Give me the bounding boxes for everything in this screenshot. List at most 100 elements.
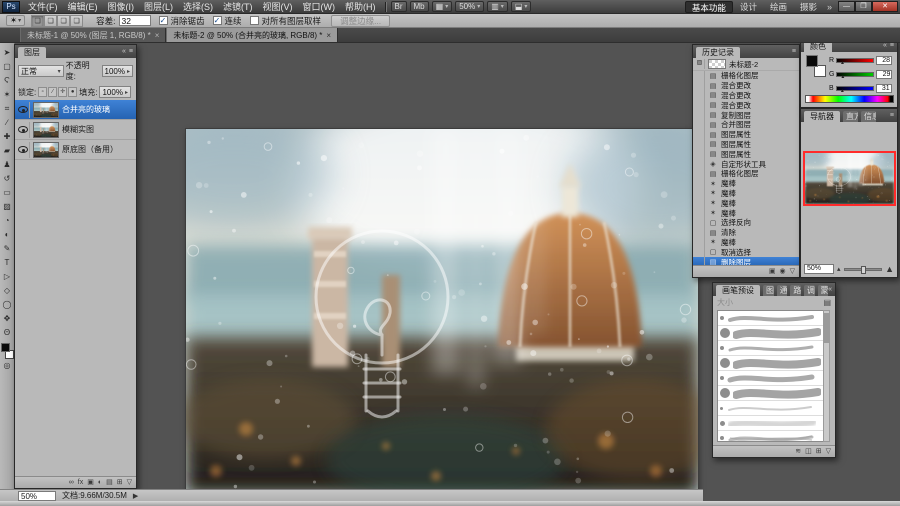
panel-menu-icon[interactable]: ≡ (890, 42, 894, 49)
workspace-摄影[interactable]: 摄影 (794, 1, 823, 13)
tool-rectangular-marquee-icon[interactable]: ▢ (1, 60, 14, 74)
add-selection-icon[interactable]: ❏ (44, 15, 57, 27)
navigator-zoom-field[interactable]: 50% (804, 264, 834, 274)
history-state-row[interactable]: ✶魔棒 (693, 179, 799, 189)
history-source-box[interactable] (695, 218, 705, 228)
layer-row[interactable]: 模糊实图 (15, 120, 136, 140)
layer-row[interactable]: 合并亮的玻璃 (15, 100, 136, 120)
history-source-box[interactable] (695, 71, 705, 81)
brush-preset-row[interactable] (718, 326, 824, 341)
close-button[interactable]: ✕ (872, 1, 898, 12)
collapse-icon[interactable]: « (883, 42, 887, 49)
new-document-from-state-icon[interactable]: ▣ (769, 267, 776, 277)
history-source-box[interactable] (695, 110, 705, 120)
tool-zoom-icon[interactable]: Θ (1, 326, 14, 340)
minimize-button[interactable]: — (838, 1, 855, 12)
zoom-out-icon[interactable]: ▴ (837, 265, 841, 273)
menu-文件(F)[interactable]: 文件(F) (24, 0, 62, 13)
tool-eraser-icon[interactable]: ▭ (1, 186, 14, 200)
delete-layer-icon[interactable]: ▽ (127, 478, 132, 488)
brush-preset-row[interactable] (718, 386, 824, 401)
delete-brush-icon[interactable]: ▽ (826, 447, 831, 457)
blue-value-field[interactable]: 31 (876, 84, 892, 93)
history-state-row[interactable]: ▤栅格化图层 (693, 169, 799, 179)
history-source-box[interactable] (695, 169, 705, 179)
history-source-box[interactable] (695, 237, 705, 247)
visibility-toggle[interactable] (17, 122, 30, 138)
menu-视图(V)[interactable]: 视图(V) (259, 0, 297, 13)
foreground-color-swatch[interactable] (806, 55, 818, 67)
history-source-box[interactable] (695, 208, 705, 218)
intersect-selection-icon[interactable]: ❏ (70, 15, 83, 27)
view-extras-icon[interactable]: ▦▾ (432, 1, 453, 12)
delete-state-icon[interactable]: ▽ (790, 267, 795, 277)
brush-preset-row[interactable] (718, 356, 824, 371)
tool-magic-wand-icon[interactable]: ✶ (1, 88, 14, 102)
brush-preset-row[interactable] (718, 341, 824, 356)
history-source-box[interactable] (695, 247, 705, 257)
history-source-box[interactable] (695, 198, 705, 208)
menu-滤镜(T)[interactable]: 滤镜(T) (219, 0, 257, 13)
zoom-level-dropdown[interactable]: 50%▾ (455, 1, 484, 12)
tool-clone-stamp-icon[interactable]: ♟ (1, 158, 14, 172)
quick-mask-icon[interactable]: ◎ (1, 359, 14, 373)
tab-通道[interactable]: 通道 (777, 285, 788, 296)
tab-导航器[interactable]: 导航器 (804, 111, 840, 122)
refine-edge-button[interactable]: 调整边缘... (331, 15, 390, 27)
lock-position-icon[interactable]: ✛ (58, 87, 67, 97)
navigator-zoom-slider[interactable] (844, 268, 883, 271)
arrange-documents-icon[interactable]: ▥▾ (487, 1, 508, 12)
lock-all-icon[interactable]: ● (68, 87, 77, 97)
collapse-icon[interactable]: « (122, 48, 126, 55)
brush-list-scrollbar[interactable] (823, 310, 830, 442)
anti-alias-checkbox[interactable]: ✓ 消除锯齿 (159, 15, 205, 27)
new-brush-icon[interactable]: ⊞ (816, 447, 822, 457)
tool-pen-icon[interactable]: ✎ (1, 242, 14, 256)
tab-蒙版[interactable]: 蒙版 (818, 285, 829, 296)
history-source-box[interactable] (695, 100, 705, 110)
history-state-row[interactable]: ▢选择反向 (693, 218, 799, 228)
collapse-icon[interactable]: « (828, 286, 832, 293)
menu-帮助(H)[interactable]: 帮助(H) (341, 0, 380, 13)
lock-transparency-icon[interactable]: ▫ (38, 87, 47, 97)
close-tab-icon[interactable]: × (326, 31, 331, 40)
screen-mode-icon[interactable]: ⬓▾ (511, 1, 532, 12)
brush-preset-row[interactable] (718, 431, 824, 442)
layer-mask-icon[interactable]: ▣ (87, 478, 94, 488)
menu-图层(L)[interactable]: 图层(L) (140, 0, 177, 13)
brush-preset-row[interactable] (718, 416, 824, 431)
lock-pixels-icon[interactable]: ∕ (48, 87, 57, 97)
new-snapshot-icon[interactable]: ◉ (780, 267, 786, 277)
restore-button[interactable]: ❐ (855, 1, 872, 12)
workspace-绘画[interactable]: 绘画 (764, 1, 793, 13)
tab-图层[interactable]: 图层 (763, 285, 774, 296)
workspace-设计[interactable]: 设计 (734, 1, 763, 13)
visibility-toggle[interactable] (17, 142, 30, 158)
green-value-field[interactable]: 29 (876, 70, 892, 79)
brush-preset-row[interactable] (718, 371, 824, 386)
navigator-thumbnail[interactable] (805, 153, 894, 204)
history-state-row[interactable]: ▤清除 (693, 228, 799, 238)
history-source-box[interactable] (695, 120, 705, 130)
red-value-field[interactable]: 28 (876, 56, 892, 65)
bridge-icon[interactable]: Br (391, 1, 407, 12)
document-tab[interactable]: 未标题-1 @ 50% (图层 1, RGB/8) *× (20, 28, 166, 42)
tool-move-icon[interactable]: ➤ (1, 46, 14, 60)
contiguous-checkbox[interactable]: ✓ 连续 (213, 15, 242, 27)
new-layer-icon[interactable]: ⊞ (117, 478, 123, 488)
link-layers-icon[interactable]: ∞ (69, 478, 74, 488)
green-slider[interactable]: ▲ (836, 72, 874, 77)
new-group-icon[interactable]: ▤ (106, 478, 113, 488)
status-zoom-field[interactable]: 50% (18, 491, 56, 501)
tool-lasso-icon[interactable]: Ϛ (1, 74, 14, 88)
history-source-box[interactable] (695, 228, 705, 238)
history-source-box[interactable] (695, 81, 705, 91)
workspace-overflow-icon[interactable]: » (827, 2, 832, 12)
adjustment-layer-icon[interactable]: ◐ (98, 478, 102, 488)
layer-row[interactable]: 原底图（备用） (15, 140, 136, 160)
tool-crop-icon[interactable]: ⌗ (1, 102, 14, 116)
tab-history[interactable]: 历史记录 (696, 47, 740, 58)
brush-preset-row[interactable] (718, 401, 824, 416)
tolerance-input[interactable]: 32 (119, 15, 151, 26)
panel-menu-icon[interactable]: ≡ (129, 48, 133, 55)
